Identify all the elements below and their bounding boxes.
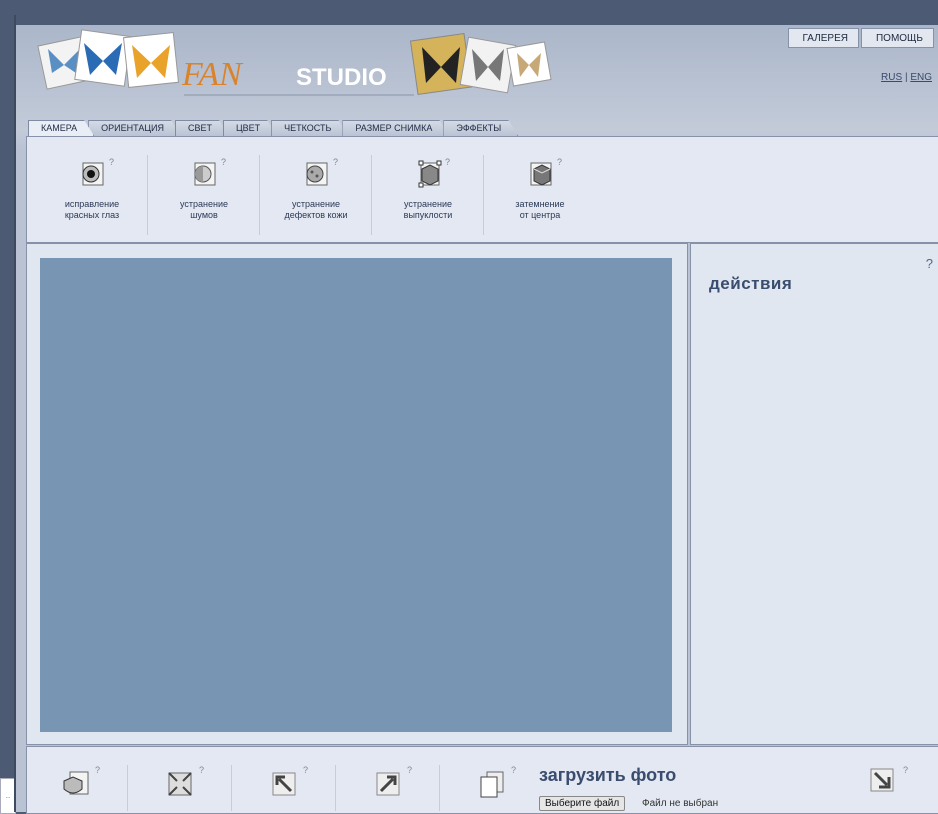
tool-label: от центра <box>519 210 561 220</box>
help-icon[interactable]: ? <box>511 765 516 775</box>
help-icon[interactable]: ? <box>557 157 562 167</box>
fan-studio-logo: FAN STUDIO <box>37 29 552 96</box>
tool-label: шумов <box>190 210 218 220</box>
vignette-icon <box>530 162 552 186</box>
tab-camera[interactable]: КАМЕРА <box>28 120 94 136</box>
bulge-fix-icon <box>418 160 442 188</box>
noise-reduction-tool[interactable]: ? устранение шумов <box>149 155 260 235</box>
tool-label: устранение <box>179 199 228 209</box>
download-button[interactable]: ? <box>867 765 908 800</box>
red-eye-icon <box>82 162 104 186</box>
noise-reduction-icon <box>194 162 216 186</box>
help-icon[interactable]: ? <box>926 256 933 271</box>
butterfly-photo-icon <box>37 29 180 90</box>
skin-fix-tool[interactable]: ? устранение дефектов кожи <box>261 155 372 235</box>
original-button[interactable]: ? <box>443 765 543 811</box>
choose-file-button[interactable]: Выберите файл <box>539 796 626 811</box>
tab-orientation[interactable]: ОРИЕНТАЦИЯ <box>88 120 181 136</box>
top-nav: ГАЛЕРЕЯ ПОМОЩЬ <box>787 28 934 48</box>
skin-fix-icon <box>306 162 328 186</box>
gallery-link[interactable]: ГАЛЕРЕЯ <box>787 28 859 48</box>
lang-en-link[interactable]: ENG <box>910 72 932 83</box>
help-icon[interactable]: ? <box>95 765 100 775</box>
red-eye-tool[interactable]: ? исправление красных глаз <box>37 155 148 235</box>
tool-label: выпуклости <box>403 210 453 220</box>
tool-label: затемнение <box>515 199 565 209</box>
help-icon[interactable]: ? <box>445 157 450 167</box>
upload-title: загрузить фото <box>539 765 677 785</box>
tab-color[interactable]: ЦВЕТ <box>223 120 277 136</box>
bulge-fix-tool[interactable]: ? устранение выпуклости <box>373 155 484 235</box>
category-tabs: КАМЕРА ОРИЕНТАЦИЯ СВЕТ ЦВЕТ ЧЕТКОСТЬ РАЗ… <box>28 120 512 136</box>
actions-title: действия <box>709 274 793 293</box>
file-status: Файл не выбран <box>642 798 719 809</box>
image-panel <box>26 243 688 745</box>
app-frame: FAN STUDIO ГАЛЕРЕЯ ПОМОЩЬ RUS | ENG КАМЕ… <box>14 15 938 814</box>
reset-button[interactable]: ? <box>27 765 128 811</box>
tab-image-size[interactable]: РАЗМЕР СНИМКА <box>342 120 449 136</box>
tool-strip: ? исправление красных глаз ? устранение … <box>26 136 938 243</box>
tab-light[interactable]: СВЕТ <box>175 120 229 136</box>
download-arrow-icon <box>870 768 894 792</box>
help-icon[interactable]: ? <box>199 765 204 775</box>
lang-ru-link[interactable]: RUS <box>881 72 902 83</box>
logo-studio-text: STUDIO <box>296 64 387 91</box>
tool-label: исправление <box>64 199 120 209</box>
lang-separator: | <box>904 72 908 83</box>
tool-label: дефектов кожи <box>284 210 348 220</box>
help-icon[interactable]: ? <box>407 765 412 775</box>
shield-photo-icon <box>63 771 89 795</box>
undo-button[interactable]: ? <box>235 765 336 811</box>
redo-button[interactable]: ? <box>339 765 440 811</box>
vignette-tool[interactable]: ? затемнение от центра <box>485 155 595 235</box>
language-switch: RUS | ENG <box>881 72 932 83</box>
help-icon[interactable]: ? <box>221 157 226 167</box>
undo-arrow-icon <box>272 772 296 796</box>
tool-label: устранение <box>291 199 340 209</box>
tab-sharpness[interactable]: ЧЕТКОСТЬ <box>271 120 348 136</box>
copy-photo-icon <box>480 771 504 798</box>
image-canvas[interactable] <box>40 258 672 732</box>
redo-arrow-icon <box>376 772 400 796</box>
logo-fan-text: FAN <box>181 56 244 93</box>
help-icon[interactable]: ? <box>303 765 308 775</box>
help-icon[interactable]: ? <box>903 765 908 775</box>
help-link[interactable]: ПОМОЩЬ <box>860 28 934 48</box>
tool-label: красных глаз <box>64 210 120 220</box>
help-icon[interactable]: ? <box>333 157 338 167</box>
fit-screen-button[interactable]: ? <box>131 765 232 811</box>
expand-icon <box>168 772 192 796</box>
tab-effects[interactable]: ЭФФЕКТЫ <box>443 120 518 136</box>
help-icon[interactable]: ? <box>109 157 114 167</box>
tool-label: устранение <box>403 199 452 209</box>
actions-panel: ? действия <box>690 243 938 745</box>
butterfly-photo-icon <box>409 32 552 96</box>
bottom-toolbar: ? ? ? ? ? загрузить фото Выберите файл Ф… <box>26 746 938 814</box>
